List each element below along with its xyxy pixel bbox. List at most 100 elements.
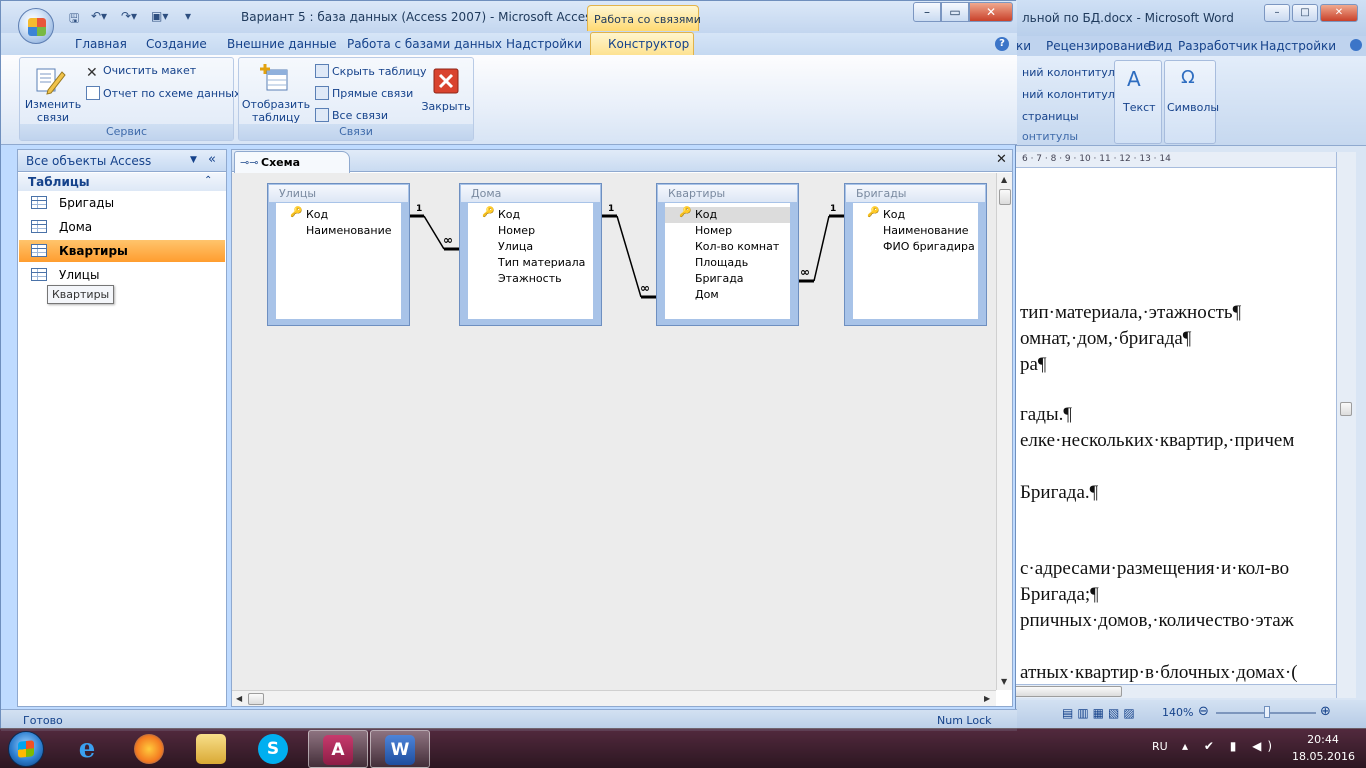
tab-home[interactable]: Главная bbox=[75, 37, 127, 51]
field-row[interactable]: Номер bbox=[665, 223, 790, 239]
hide-table-button[interactable]: Скрыть таблицу bbox=[315, 64, 427, 78]
table-box-ulitsy[interactable]: Улицы 🔑 Код Наименование bbox=[267, 183, 410, 326]
save-icon[interactable]: 🖫 bbox=[69, 9, 79, 30]
field-row[interactable]: Тип материала bbox=[468, 255, 593, 271]
redo-icon[interactable]: ↷▾ bbox=[121, 9, 137, 23]
collapse-pane-icon[interactable]: « bbox=[208, 152, 216, 167]
word-tab-addins[interactable]: Надстройки bbox=[1260, 39, 1336, 53]
zoom-slider-thumb[interactable] bbox=[1264, 706, 1270, 718]
field-row[interactable]: Кол-во комнат bbox=[665, 239, 790, 255]
clear-layout-button[interactable]: ✕ Очистить макет bbox=[86, 64, 196, 80]
field-row[interactable]: 🔑 Код bbox=[665, 207, 790, 223]
scroll-down-icon[interactable]: ▼ bbox=[1001, 677, 1007, 686]
scroll-thumb[interactable] bbox=[999, 189, 1011, 205]
taskbar-access[interactable]: A bbox=[308, 730, 368, 768]
scroll-left-icon[interactable]: ◀ bbox=[236, 694, 242, 703]
taskbar-skype[interactable]: S bbox=[244, 730, 304, 768]
nav-item-brigady[interactable]: Бригады bbox=[19, 192, 225, 214]
tab-database-tools[interactable]: Работа с базами данных bbox=[347, 37, 502, 51]
nav-header[interactable]: Все объекты Access ▼ « bbox=[18, 150, 226, 172]
tab-addins[interactable]: Надстройки bbox=[506, 37, 582, 51]
word-symbols-button[interactable]: Ω Символы bbox=[1164, 60, 1219, 144]
zoom-out-icon[interactable]: ⊖ bbox=[1198, 704, 1209, 719]
start-button[interactable] bbox=[4, 729, 48, 768]
maximize-button[interactable]: ▭ bbox=[941, 2, 969, 22]
qat-dropdown-icon[interactable]: ▾ bbox=[185, 9, 191, 23]
field-row[interactable]: ФИО бригадира bbox=[853, 239, 978, 255]
zoom-in-icon[interactable]: ⊕ bbox=[1320, 704, 1331, 719]
close-document-icon[interactable]: ✕ bbox=[996, 152, 1007, 167]
taskbar-firefox[interactable] bbox=[120, 730, 180, 768]
field-row[interactable]: Номер bbox=[468, 223, 593, 239]
table-title-bar[interactable]: Улицы bbox=[269, 185, 408, 202]
nav-item-doma[interactable]: Дома bbox=[19, 216, 225, 238]
table-box-brigady[interactable]: Бригады 🔑 Код Наименование ФИО бригадира bbox=[844, 183, 987, 326]
table-title-bar[interactable]: Дома bbox=[461, 185, 600, 202]
direct-relationships-button[interactable]: Прямые связи bbox=[315, 86, 413, 100]
word-vertical-scrollbar[interactable] bbox=[1336, 152, 1356, 698]
tab-designer[interactable]: Конструктор bbox=[590, 32, 694, 56]
chevron-up-icon[interactable]: ⌃ bbox=[204, 175, 212, 186]
undo-icon[interactable]: ↶▾ bbox=[91, 9, 107, 23]
clock-time[interactable]: 20:44 bbox=[1298, 733, 1348, 746]
scroll-up-icon[interactable]: ▲ bbox=[1001, 175, 1007, 184]
clock-date[interactable]: 18.05.2016 bbox=[1292, 750, 1355, 763]
relationship-report-button[interactable]: Отчет по схеме данных bbox=[86, 86, 240, 100]
table-box-kvartiry[interactable]: Квартиры 🔑 Код Номер Кол-во комнат Площад… bbox=[656, 183, 799, 326]
canvas-vertical-scrollbar[interactable]: ▲ ▼ bbox=[996, 173, 1012, 690]
word-close-button[interactable]: ✕ bbox=[1320, 4, 1358, 22]
word-minimize-button[interactable]: – bbox=[1264, 4, 1290, 22]
help-icon[interactable]: ? bbox=[995, 37, 1009, 51]
view-buttons[interactable]: ▤▥▦▧▨ bbox=[1062, 706, 1139, 720]
canvas-horizontal-scrollbar[interactable]: ◀ ▶ bbox=[232, 690, 996, 706]
word-tab-developer[interactable]: Разработчик bbox=[1178, 39, 1258, 53]
edit-relationships-button[interactable]: Изменить связи bbox=[24, 98, 82, 124]
field-row[interactable]: Наименование bbox=[853, 223, 978, 239]
field-row[interactable]: Бригада bbox=[665, 271, 790, 287]
word-text-button[interactable]: A Текст bbox=[1114, 60, 1162, 144]
minimize-button[interactable]: – bbox=[913, 2, 941, 22]
field-row[interactable]: Этажность bbox=[468, 271, 593, 287]
show-table-icon bbox=[260, 64, 288, 91]
field-row[interactable]: Дом bbox=[665, 287, 790, 303]
table-box-doma[interactable]: Дома 🔑 Код Номер Улица Тип материала Этаж… bbox=[459, 183, 602, 326]
show-table-button[interactable]: Отобразить таблицу bbox=[241, 98, 311, 124]
customize-icon[interactable]: ▣▾ bbox=[151, 9, 168, 23]
tray-icons[interactable]: ▴ ✔ ▮ ◀) bbox=[1182, 739, 1278, 753]
nav-item-ulitsy[interactable]: Улицы bbox=[19, 264, 225, 286]
table-title-bar[interactable]: Бригады bbox=[846, 185, 985, 202]
word-page-number-button[interactable]: страницы bbox=[1022, 110, 1079, 123]
tab-relationships[interactable]: ⊸⊸ Схема данных bbox=[234, 151, 350, 182]
word-tab-review[interactable]: Рецензирование bbox=[1046, 39, 1151, 53]
relationships-canvas[interactable]: 1 ∞ 1 ∞ ∞ 1 Улицы 🔑 Код Наименование Дома bbox=[232, 173, 996, 690]
tab-create[interactable]: Создание bbox=[146, 37, 207, 51]
word-tab-view[interactable]: Вид bbox=[1148, 39, 1172, 53]
field-row[interactable]: Площадь bbox=[665, 255, 790, 271]
scroll-right-icon[interactable]: ▶ bbox=[984, 694, 990, 703]
word-document-page[interactable]: тип·материала,·этажность¶ омнат,·дом,·бр… bbox=[1000, 168, 1336, 698]
language-indicator[interactable]: RU bbox=[1152, 740, 1168, 753]
field-row[interactable]: Улица bbox=[468, 239, 593, 255]
word-footer-button[interactable]: ний колонтитул bbox=[1022, 88, 1115, 101]
office-button[interactable] bbox=[18, 8, 54, 44]
word-header-button[interactable]: ний колонтитул bbox=[1022, 66, 1115, 79]
taskbar-ie[interactable]: e bbox=[58, 730, 118, 768]
close-relationships-button[interactable]: Закрыть bbox=[421, 100, 471, 113]
word-maximize-button[interactable]: □ bbox=[1292, 4, 1318, 22]
tab-external-data[interactable]: Внешние данные bbox=[227, 37, 336, 51]
scroll-thumb[interactable] bbox=[248, 693, 264, 705]
field-row[interactable]: 🔑 Код bbox=[853, 207, 978, 223]
all-relationships-button[interactable]: Все связи bbox=[315, 108, 388, 122]
field-row[interactable]: 🔑 Код bbox=[468, 207, 593, 223]
nav-item-kvartiry[interactable]: Квартиры bbox=[19, 240, 225, 262]
close-window-button[interactable]: ✕ bbox=[969, 2, 1013, 22]
nav-group-tables[interactable]: Таблицы ⌃ bbox=[18, 173, 226, 191]
word-horizontal-scrollbar[interactable] bbox=[1000, 684, 1336, 698]
relation-one-label: 1 bbox=[416, 204, 422, 214]
taskbar-word[interactable]: W bbox=[370, 730, 430, 768]
field-row[interactable]: Наименование bbox=[276, 223, 401, 239]
field-row[interactable]: 🔑 Код bbox=[276, 207, 401, 223]
table-title-bar[interactable]: Квартиры bbox=[658, 185, 797, 202]
taskbar-explorer[interactable] bbox=[182, 730, 242, 768]
chevron-down-icon[interactable]: ▼ bbox=[190, 155, 197, 165]
